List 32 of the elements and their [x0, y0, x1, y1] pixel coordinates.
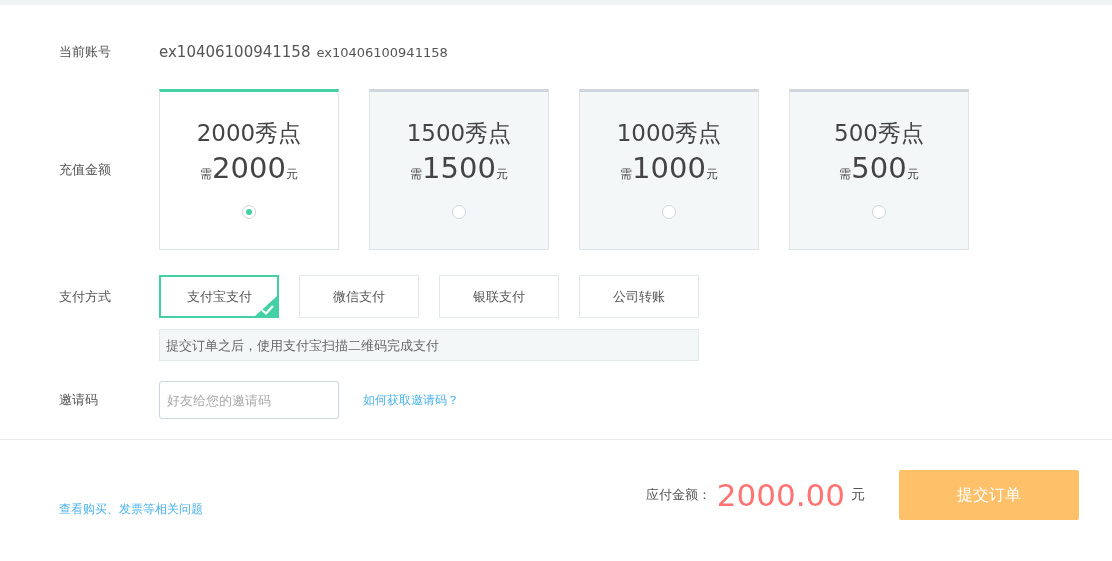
price-text: 需2000 元 [200, 151, 298, 185]
radio-button[interactable] [662, 205, 676, 219]
field-label: 充值金额 [59, 160, 112, 179]
package-card[interactable]: 2000秀点 需2000 元 [159, 89, 339, 250]
invite-code-field[interactable]: 好友给您的邀请码 [159, 381, 339, 419]
package-card[interactable]: 500秀点 需500 元 [789, 89, 969, 250]
payment-option[interactable]: 支付宝支付 [159, 275, 279, 318]
total-amount: 2000.00 [716, 477, 845, 513]
payment-option[interactable]: 微信支付 [299, 275, 419, 318]
payment-option[interactable]: 公司转账 [579, 275, 699, 318]
points-text: 1000秀点 [616, 119, 722, 148]
price-text: 需1000 元 [620, 151, 718, 185]
account-id: ex10406100941158 [316, 44, 448, 60]
field-label: 支付方式 [59, 287, 112, 306]
points-text: 500秀点 [834, 119, 924, 148]
price-text: 需1500 元 [410, 151, 508, 185]
payment-option[interactable]: 银联支付 [439, 275, 559, 318]
points-text: 2000秀点 [196, 119, 302, 148]
radio-button[interactable] [872, 205, 886, 219]
account-name: ex10406100941158 [159, 43, 311, 61]
radio-button[interactable] [242, 205, 256, 219]
payment-hint: 提交订单之后，使用支付宝扫描二维码完成支付 [159, 329, 699, 361]
price-text: 需500 元 [839, 151, 919, 185]
points-text: 1500秀点 [406, 119, 512, 148]
field-label: 当前账号 [59, 43, 112, 61]
currency-unit: 元 [851, 486, 865, 504]
field-label: 邀请码 [59, 391, 99, 409]
package-card[interactable]: 1000秀点 需1000 元 [579, 89, 759, 250]
total-label: 应付金额： [645, 486, 711, 504]
radio-button[interactable] [452, 205, 466, 219]
check-icon [254, 295, 277, 316]
package-card[interactable]: 1500秀点 需1500 元 [369, 89, 549, 250]
